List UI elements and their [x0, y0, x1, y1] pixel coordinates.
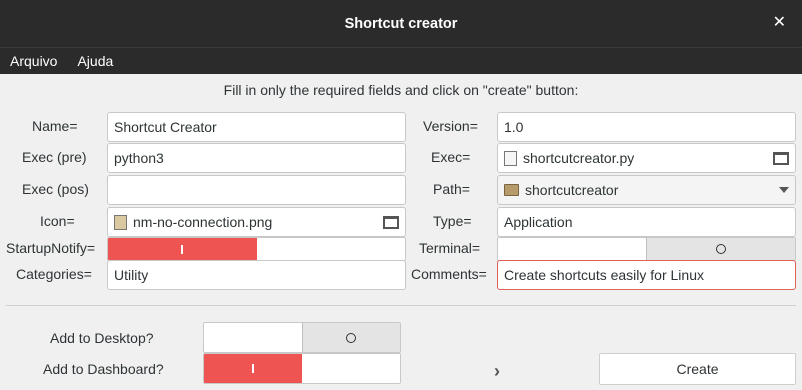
name-label: Name= [32, 118, 78, 134]
exec-value: shortcutcreator.py [523, 150, 635, 166]
comments-value: Create shortcuts easily for Linux [504, 267, 704, 283]
switch-off-icon [716, 244, 726, 254]
close-icon[interactable]: ✕ [773, 14, 786, 32]
version-label: Version= [423, 118, 478, 134]
switch-off-half [301, 323, 400, 352]
switch-off-half [302, 354, 400, 383]
window-title: Shortcut creator [344, 15, 458, 32]
comments-field[interactable]: Create shortcuts easily for Linux [497, 260, 796, 290]
exec-pre-value: python3 [114, 150, 164, 166]
chevron-right-icon[interactable]: › [494, 361, 500, 382]
icon-value: nm-no-connection.png [133, 214, 273, 230]
switch-on-icon [252, 364, 254, 373]
exec-pos-field[interactable] [107, 175, 406, 205]
exec-pos-label: Exec (pos) [22, 181, 89, 197]
exec-file-chooser[interactable]: shortcutcreator.py [497, 143, 796, 173]
switch-on-half [204, 354, 302, 383]
switch-off-icon [346, 332, 357, 343]
menu-arquivo[interactable]: Arquivo [0, 53, 67, 69]
open-file-icon[interactable] [383, 215, 399, 229]
image-file-icon [114, 214, 127, 230]
switch-on-icon [181, 244, 184, 254]
name-value: Shortcut Creator [114, 119, 217, 135]
menu-bar: Arquivo Ajuda [0, 47, 802, 74]
comments-label: Comments= [411, 266, 487, 282]
exec-label: Exec= [431, 149, 471, 165]
add-to-dashboard-label: Add to Dashboard? [43, 361, 164, 377]
open-file-icon[interactable] [773, 151, 789, 165]
terminal-switch[interactable] [497, 237, 796, 261]
menu-ajuda[interactable]: Ajuda [67, 53, 123, 69]
version-value: 1.0 [504, 119, 524, 135]
chevron-down-icon [779, 187, 789, 193]
switch-on-half [204, 323, 302, 352]
type-field[interactable]: Application [497, 207, 796, 237]
switch-off-half [257, 238, 406, 260]
exec-pre-label: Exec (pre) [22, 149, 87, 165]
type-label: Type= [433, 213, 472, 229]
exec-pre-field[interactable]: python3 [107, 143, 406, 173]
instruction-text: Fill in only the required fields and cli… [223, 82, 579, 98]
categories-label: Categories= [16, 266, 92, 282]
switch-off-half [646, 238, 795, 260]
icon-file-chooser[interactable]: nm-no-connection.png [107, 207, 406, 237]
path-label: Path= [433, 181, 470, 197]
add-to-dashboard-switch[interactable] [203, 353, 401, 384]
version-field[interactable]: 1.0 [497, 112, 796, 142]
separator [6, 305, 796, 306]
startup-notify-label: StartupNotify= [6, 240, 96, 256]
folder-icon [504, 184, 519, 196]
path-value: shortcutcreator [525, 182, 619, 198]
create-button[interactable]: Create [599, 353, 796, 385]
switch-on-half [498, 238, 646, 260]
title-bar: Shortcut creator ✕ [0, 0, 802, 47]
categories-value: Utility [114, 267, 149, 283]
switch-on-half [108, 238, 257, 260]
add-to-desktop-label: Add to Desktop? [50, 330, 154, 346]
icon-label: Icon= [40, 213, 75, 229]
terminal-label: Terminal= [419, 240, 481, 256]
startup-notify-switch[interactable] [107, 237, 406, 261]
type-value: Application [504, 214, 573, 230]
path-dropdown[interactable]: shortcutcreator [497, 175, 796, 205]
categories-field[interactable]: Utility [107, 260, 406, 290]
main-content: Fill in only the required fields and cli… [0, 74, 802, 390]
add-to-desktop-switch[interactable] [203, 322, 401, 353]
text-file-icon [504, 150, 517, 166]
name-field[interactable]: Shortcut Creator [107, 112, 406, 142]
